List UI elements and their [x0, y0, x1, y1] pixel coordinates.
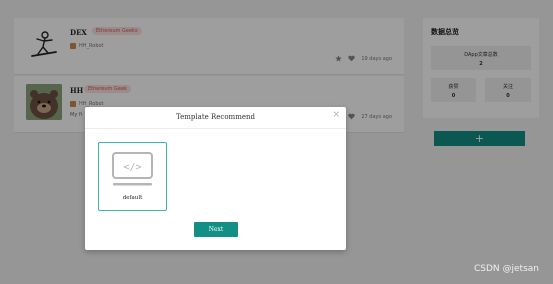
close-icon[interactable]: ×	[332, 111, 340, 120]
dialog-title: Template Recommend	[176, 113, 255, 121]
code-monitor-icon: </>	[112, 152, 153, 186]
next-button[interactable]: Next	[194, 222, 238, 237]
watermark: CSDN @jetsan	[474, 264, 539, 274]
dialog-header: Template Recommend ×	[85, 107, 346, 129]
template-option-default[interactable]: </> default	[98, 142, 167, 211]
template-name: default	[122, 195, 143, 201]
template-recommend-dialog: Template Recommend × </> default Next	[85, 107, 346, 250]
svg-text:</>: </>	[123, 162, 141, 173]
